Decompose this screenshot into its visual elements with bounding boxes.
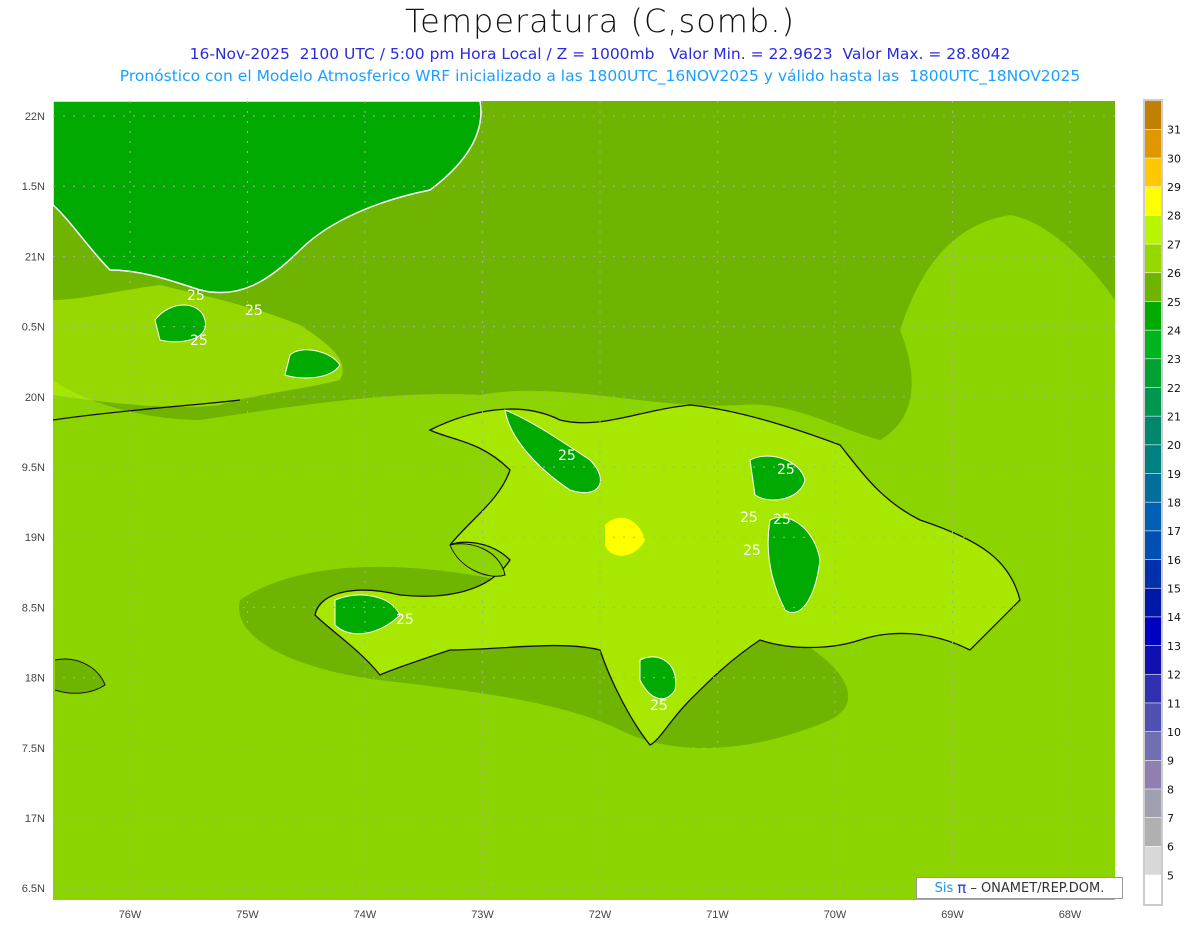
- y-tick-label: 20N: [25, 392, 45, 404]
- contour-label: 25: [650, 698, 668, 714]
- colorbar-swatch: [1145, 817, 1161, 847]
- colorbar-swatch: [1145, 215, 1161, 244]
- x-tick-label: 76W: [119, 909, 142, 921]
- colorbar-label: 25: [1167, 296, 1181, 309]
- colorbar-swatch: [1145, 559, 1161, 588]
- colorbar-swatch: [1145, 502, 1161, 531]
- y-tick-label: 1.5N: [22, 181, 45, 193]
- contour-label: 25: [740, 510, 758, 526]
- y-tick-label: 19N: [25, 532, 45, 544]
- colorbar-label: 13: [1167, 640, 1181, 653]
- colorbar-label: 20: [1167, 439, 1181, 452]
- model-info-line: Pronóstico con el Modelo Atmosferico WRF…: [119, 67, 1081, 85]
- colorbar-swatch: [1145, 588, 1161, 617]
- y-tick-label: 6.5N: [22, 883, 45, 895]
- x-tick-label: 72W: [589, 909, 612, 921]
- colorbar-swatch: [1145, 531, 1161, 560]
- colorbar-label: 22: [1167, 382, 1181, 395]
- colorbar-label: 19: [1167, 468, 1181, 481]
- contour-label: 25: [187, 288, 205, 304]
- colorbar-swatch: [1145, 387, 1161, 416]
- onamet-logo: Sis π – ONAMET/REP.DOM.: [916, 877, 1123, 899]
- colorbar-label: 28: [1167, 210, 1181, 223]
- colorbar-label: 30: [1167, 152, 1181, 165]
- chart-title: Temperatura (C,somb.): [405, 2, 795, 40]
- y-tick-label: 17N: [25, 813, 45, 825]
- x-tick-label: 73W: [471, 909, 494, 921]
- colorbar-swatch: [1145, 445, 1161, 474]
- colorbar-label: 21: [1167, 410, 1181, 423]
- colorbar-label: 8: [1167, 783, 1174, 796]
- y-tick-label: 8.5N: [22, 602, 45, 614]
- colorbar-label: 24: [1167, 324, 1181, 337]
- colorbar-swatch: [1145, 875, 1161, 904]
- y-tick-label: 9.5N: [22, 462, 45, 474]
- contour-label: 25: [777, 462, 795, 478]
- y-tick-label: 18N: [25, 673, 45, 685]
- colorbar-swatch: [1145, 416, 1161, 445]
- temperature-map: 25 25 25 25 25 25 25 25 25 25 76W 75W 74W 7…: [22, 99, 1181, 921]
- contour-label: 25: [396, 612, 414, 628]
- colorbar-label: 6: [1167, 841, 1174, 854]
- colorbar-label: 26: [1167, 267, 1181, 280]
- colorbar-label: 16: [1167, 554, 1181, 567]
- colorbar-swatch: [1145, 187, 1161, 216]
- colorbar: 31 30 29 28 27 26 25 24 23 22 21 20 19 18 17 16 15 14 13 12…: [1143, 99, 1181, 906]
- colorbar-label: 31: [1167, 124, 1181, 137]
- colorbar-label: 23: [1167, 353, 1181, 366]
- x-tick-label: 71W: [706, 909, 729, 921]
- colorbar-swatch: [1145, 359, 1161, 388]
- colorbar-swatch: [1145, 617, 1161, 646]
- y-tick-label: 0.5N: [22, 322, 45, 334]
- colorbar-swatch: [1145, 703, 1161, 732]
- colorbar-label: 18: [1167, 497, 1181, 510]
- colorbar-label: 14: [1167, 611, 1181, 624]
- colorbar-label: 27: [1167, 238, 1181, 251]
- y-tick-label: 22N: [25, 111, 45, 123]
- contour-label: 25: [773, 512, 791, 528]
- x-tick-label: 70W: [824, 909, 847, 921]
- colorbar-swatch: [1145, 301, 1161, 330]
- contour-label: 25: [743, 543, 761, 559]
- colorbar-swatch: [1145, 101, 1161, 130]
- colorbar-label: 15: [1167, 583, 1181, 596]
- colorbar-swatch: [1145, 330, 1161, 359]
- x-tick-label: 69W: [941, 909, 964, 921]
- colorbar-label: 12: [1167, 669, 1181, 682]
- logo-sis: Sis: [934, 880, 954, 896]
- colorbar-label: 7: [1167, 812, 1174, 825]
- colorbar-swatch: [1145, 244, 1161, 273]
- y-tick-label: 7.5N: [22, 743, 45, 755]
- contour-label: 25: [558, 448, 576, 464]
- colorbar-label: 5: [1167, 869, 1174, 882]
- colorbar-swatch: [1145, 731, 1161, 761]
- logo-text: – ONAMET/REP.DOM.: [970, 880, 1105, 896]
- colorbar-swatch: [1145, 158, 1161, 187]
- x-tick-label: 75W: [236, 909, 259, 921]
- logo-pi: π: [957, 879, 967, 897]
- colorbar-swatch: [1145, 129, 1161, 158]
- colorbar-swatch: [1145, 273, 1161, 302]
- colorbar-label: 9: [1167, 755, 1174, 768]
- colorbar-label: 17: [1167, 525, 1181, 538]
- contour-label: 25: [190, 333, 208, 349]
- colorbar-swatch: [1145, 789, 1161, 818]
- colorbar-label: 11: [1167, 697, 1181, 710]
- colorbar-swatch: [1145, 846, 1161, 875]
- x-tick-label: 74W: [354, 909, 377, 921]
- x-tick-label: 68W: [1059, 909, 1082, 921]
- colorbar-swatch: [1145, 473, 1161, 502]
- colorbar-swatch: [1145, 760, 1161, 789]
- colorbar-swatch: [1145, 645, 1161, 674]
- valid-time-line: 16-Nov-2025 2100 UTC / 5:00 pm Hora Loca…: [189, 45, 1011, 63]
- colorbar-swatch: [1145, 674, 1161, 703]
- y-tick-label: 21N: [25, 251, 45, 263]
- colorbar-label: 29: [1167, 181, 1181, 194]
- colorbar-label: 10: [1167, 726, 1181, 739]
